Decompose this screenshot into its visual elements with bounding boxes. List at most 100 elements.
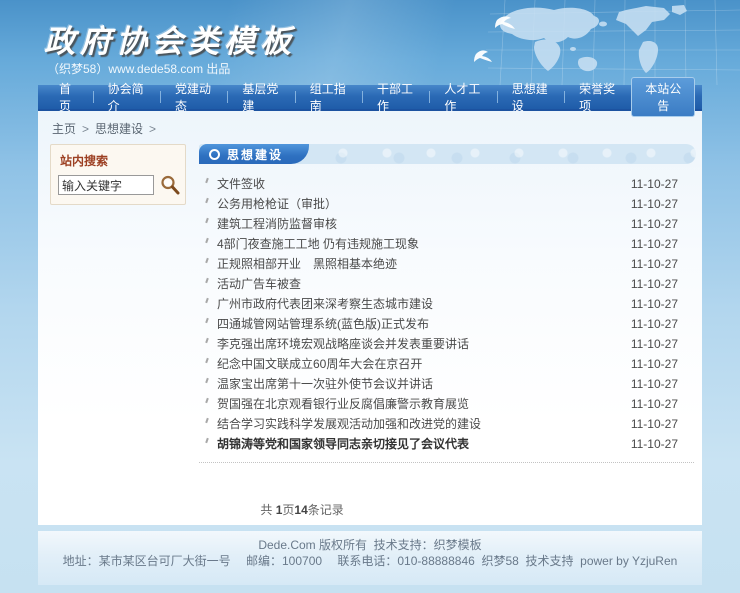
article-title-link[interactable]: 温家宝出席第十一次驻外使节会议并讲话 bbox=[217, 378, 619, 391]
content-area: 主页 > 思想建设 > 站内搜索 bbox=[38, 111, 702, 525]
article-title-link[interactable]: 四通城管网站管理系统(蓝色版)正式发布 bbox=[217, 318, 619, 331]
article-date: 11-10-27 bbox=[631, 298, 678, 311]
nav-item-label: 干部工作 bbox=[377, 80, 414, 114]
section-ribbon: 思想建设 bbox=[199, 144, 309, 164]
site-header: 政府协会类模板 （织梦58）www.dede58.com 出品 bbox=[0, 0, 740, 85]
breadcrumb-separator: > bbox=[82, 122, 89, 136]
article-row: 正规照相部开业 黑照相基本绝迹 11-10-27 bbox=[201, 254, 678, 274]
article-row: 4部门夜查施工工地 仍有违规施工现象 11-10-27 bbox=[201, 234, 678, 254]
nav-list: 首页 协会简介 党建动态 基层党建 组工指南 干部工作 人才工作 思想建设 荣誉… bbox=[38, 85, 631, 109]
article-title-link[interactable]: 广州市政府代表团来深考察生态城市建设 bbox=[217, 298, 619, 311]
breadcrumb-home-link[interactable]: 主页 bbox=[52, 122, 76, 136]
list-tick-icon bbox=[205, 317, 209, 322]
breadcrumb: 主页 > 思想建设 > bbox=[38, 111, 702, 140]
breadcrumb-current-link[interactable]: 思想建设 bbox=[95, 122, 143, 136]
nav-item[interactable]: 首页 bbox=[44, 85, 93, 109]
nav-item-label: 人才工作 bbox=[444, 80, 481, 114]
article-date: 11-10-27 bbox=[631, 258, 678, 271]
list-tick-icon bbox=[205, 237, 209, 242]
nav-item[interactable]: 基层党建 bbox=[227, 85, 294, 109]
main-navbar: 首页 协会简介 党建动态 基层党建 组工指南 干部工作 人才工作 思想建设 荣誉… bbox=[38, 85, 702, 111]
article-row: 文件签收 11-10-27 bbox=[201, 174, 678, 194]
article-date: 11-10-27 bbox=[631, 398, 678, 411]
article-title-link[interactable]: 公务用枪枪证（审批） bbox=[217, 198, 619, 211]
nav-item[interactable]: 荣誉奖项 bbox=[564, 85, 631, 109]
pagination-record-unit: 条记录 bbox=[308, 503, 344, 517]
article-title-link[interactable]: 文件签收 bbox=[217, 178, 619, 191]
nav-item[interactable]: 组工指南 bbox=[295, 85, 362, 109]
section-bullet-icon bbox=[209, 149, 220, 160]
list-tick-icon bbox=[205, 197, 209, 202]
article-row: 李克强出席环境宏观战略座谈会并发表重要讲话 11-10-27 bbox=[201, 334, 678, 354]
nav-item-label: 党建动态 bbox=[175, 80, 212, 114]
nav-item[interactable]: 干部工作 bbox=[362, 85, 429, 109]
article-date: 11-10-27 bbox=[631, 378, 678, 391]
list-tick-icon bbox=[205, 357, 209, 362]
article-date: 11-10-27 bbox=[631, 338, 678, 351]
pagination-record-count: 14 bbox=[294, 503, 307, 517]
pagination-summary: 共 1页14条记录 bbox=[227, 487, 696, 532]
article-row: 建筑工程消防监督审核 11-10-27 bbox=[201, 214, 678, 234]
site-subtitle: （织梦58）www.dede58.com 出品 bbox=[47, 60, 230, 77]
nav-item[interactable]: 人才工作 bbox=[429, 85, 496, 109]
list-tick-icon bbox=[205, 217, 209, 222]
article-row: 公务用枪枪证（审批） 11-10-27 bbox=[201, 194, 678, 214]
search-input[interactable] bbox=[58, 175, 154, 195]
nav-item-label: 首页 bbox=[59, 80, 78, 114]
dove-icon bbox=[474, 50, 492, 62]
article-row: 纪念中国文联成立60周年大会在京召开 11-10-27 bbox=[201, 354, 678, 374]
article-title-link[interactable]: 结合学习实践科学发展观活动加强和改进党的建设 bbox=[217, 418, 619, 431]
section-header-bar: 思想建设 bbox=[199, 144, 696, 164]
list-tick-icon bbox=[205, 297, 209, 302]
article-list: 文件签收 11-10-27 公务用枪枪证（审批） 11-10-27 建筑工程消防… bbox=[199, 174, 696, 454]
nav-item-label: 组工指南 bbox=[310, 80, 347, 114]
dotted-divider bbox=[199, 462, 694, 463]
pagination-page-unit: 页 bbox=[282, 503, 294, 517]
article-date: 11-10-27 bbox=[631, 218, 678, 231]
article-row: 贺国强在北京观看银行业反腐倡廉警示教育展览 11-10-27 bbox=[201, 394, 678, 414]
list-tick-icon bbox=[205, 417, 209, 422]
article-row: 结合学习实践科学发展观活动加强和改进党的建设 11-10-27 bbox=[201, 414, 678, 434]
nav-item-label: 基层党建 bbox=[242, 80, 279, 114]
article-title-link[interactable]: 活动广告车被查 bbox=[217, 278, 619, 291]
page-root: 政府协会类模板 （织梦58）www.dede58.com 出品 首页 协会简介 … bbox=[0, 0, 740, 593]
nav-item-label: 荣誉奖项 bbox=[579, 80, 616, 114]
nav-item[interactable]: 党建动态 bbox=[160, 85, 227, 109]
nav-item[interactable]: 协会简介 bbox=[93, 85, 160, 109]
article-title-link[interactable]: 4部门夜查施工工地 仍有违规施工现象 bbox=[217, 238, 619, 251]
nav-item[interactable]: 思想建设 bbox=[497, 85, 564, 109]
article-date: 11-10-27 bbox=[631, 418, 678, 431]
main-column: 思想建设 文件签收 11-10-27 公务用枪枪证（审批） 11-10-27 bbox=[199, 144, 696, 532]
site-notice-button[interactable]: 本站公告 bbox=[631, 77, 695, 117]
list-tick-icon bbox=[205, 437, 209, 442]
sidebar: 站内搜索 bbox=[50, 144, 186, 532]
list-tick-icon bbox=[205, 397, 209, 402]
section-title: 思想建设 bbox=[227, 146, 283, 163]
article-date: 11-10-27 bbox=[631, 358, 678, 371]
article-title-link[interactable]: 胡锦涛等党和国家领导同志亲切接见了会议代表 bbox=[217, 438, 619, 451]
nav-item-label: 协会简介 bbox=[108, 80, 145, 114]
article-title-link[interactable]: 李克强出席环境宏观战略座谈会并发表重要讲话 bbox=[217, 338, 619, 351]
article-date: 11-10-27 bbox=[631, 278, 678, 291]
article-date: 11-10-27 bbox=[631, 198, 678, 211]
site-title: 政府协会类模板 bbox=[44, 16, 296, 61]
article-date: 11-10-27 bbox=[631, 178, 678, 191]
list-tick-icon bbox=[205, 377, 209, 382]
list-tick-icon bbox=[205, 277, 209, 282]
list-tick-icon bbox=[205, 257, 209, 262]
article-row: 四通城管网站管理系统(蓝色版)正式发布 11-10-27 bbox=[201, 314, 678, 334]
article-row: 活动广告车被查 11-10-27 bbox=[201, 274, 678, 294]
site-footer: Dede.Com 版权所有 技术支持：织梦模板 地址：某市某区台可厂大街一号 邮… bbox=[38, 531, 702, 585]
nav-item-label: 思想建设 bbox=[512, 80, 549, 114]
article-date: 11-10-27 bbox=[631, 318, 678, 331]
article-row: 胡锦涛等党和国家领导同志亲切接见了会议代表 11-10-27 bbox=[201, 434, 678, 454]
search-icon[interactable] bbox=[159, 174, 181, 196]
article-title-link[interactable]: 纪念中国文联成立60周年大会在京召开 bbox=[217, 358, 619, 371]
breadcrumb-separator: > bbox=[149, 122, 156, 136]
article-title-link[interactable]: 建筑工程消防监督审核 bbox=[217, 218, 619, 231]
article-title-link[interactable]: 贺国强在北京观看银行业反腐倡廉警示教育展览 bbox=[217, 398, 619, 411]
article-title-link[interactable]: 正规照相部开业 黑照相基本绝迹 bbox=[217, 258, 619, 271]
site-search-box: 站内搜索 bbox=[50, 144, 186, 205]
footer-contact-info: 地址：某市某区台可厂大街一号 邮编：100700 联系电话：010-888888… bbox=[38, 553, 702, 569]
article-row: 温家宝出席第十一次驻外使节会议并讲话 11-10-27 bbox=[201, 374, 678, 394]
